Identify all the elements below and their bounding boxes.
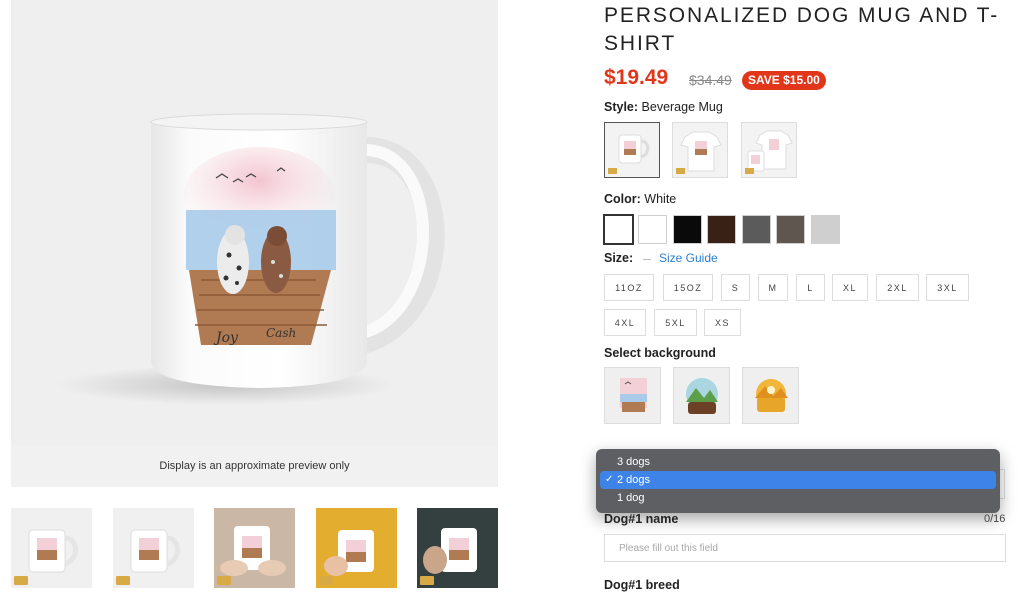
thumbnail-badge xyxy=(420,576,434,585)
background-label: Select background xyxy=(604,346,716,360)
thumbnail-strip xyxy=(11,508,498,588)
thumbnail-badge xyxy=(14,576,28,585)
save-badge: SAVE $15.00 xyxy=(742,71,826,90)
size-option-15oz[interactable]: 15OZ xyxy=(663,274,713,301)
style-label: Style: Beverage Mug xyxy=(604,100,723,114)
thumbnail-badge xyxy=(116,576,130,585)
style-badge xyxy=(745,168,754,174)
dog1-name-char-count: 0/16 xyxy=(984,513,1006,525)
main-product-image[interactable]: Joy Cash xyxy=(11,0,498,445)
color-label-key: Color: xyxy=(604,192,641,206)
color-swatch-light-gray[interactable] xyxy=(811,215,840,244)
size-option-3xl[interactable]: 3XL xyxy=(926,274,969,301)
size-label: Size: xyxy=(604,251,633,265)
style-option-t-shirt[interactable] xyxy=(672,122,728,178)
dropdown-option-3-dogs[interactable]: 3 dogs xyxy=(600,453,996,471)
number-of-dogs-dropdown[interactable]: 3 dogs ✓ 2 dogs 1 dog xyxy=(596,449,1000,513)
dropdown-option-1-dog[interactable]: 1 dog xyxy=(600,489,996,507)
size-option-m[interactable]: M xyxy=(758,274,788,301)
thumbnail-badge xyxy=(217,576,231,585)
mug-illustration: Joy Cash xyxy=(56,113,445,405)
thumbnail-2[interactable] xyxy=(113,508,194,588)
background-option-green-mountain[interactable] xyxy=(673,367,730,424)
color-swatch-dark-gray[interactable] xyxy=(742,215,771,244)
size-option-xl[interactable]: XL xyxy=(832,274,868,301)
dropdown-option-label: 2 dogs xyxy=(617,474,651,486)
thumbnail-4[interactable] xyxy=(316,508,397,588)
dog1-name-label: Dog#1 name xyxy=(604,512,679,526)
style-label-key: Style: xyxy=(604,100,639,114)
color-swatch-white[interactable] xyxy=(638,215,667,244)
style-option-mug[interactable] xyxy=(604,122,660,178)
style-selected-value: Beverage Mug xyxy=(641,100,723,114)
size-option-2xl[interactable]: 2XL xyxy=(876,274,919,301)
size-option-s[interactable]: S xyxy=(721,274,750,301)
compare-at-price: $34.49 xyxy=(689,72,732,88)
size-label-key: Size: xyxy=(604,251,634,265)
mug-name-1: Joy xyxy=(213,330,239,346)
style-badge xyxy=(608,168,617,174)
thumbnail-1[interactable] xyxy=(11,508,92,588)
size-option-l[interactable]: L xyxy=(796,274,825,301)
dropdown-option-2-dogs[interactable]: ✓ 2 dogs xyxy=(600,471,996,489)
size-option-xs[interactable]: XS xyxy=(704,309,741,336)
thumbnail-badge xyxy=(319,576,333,585)
product-title: PERSONALIZED DOG MUG AND T-SHIRT xyxy=(604,4,1000,55)
color-swatch-charcoal[interactable] xyxy=(776,215,805,244)
dropdown-option-label: 1 dog xyxy=(617,492,645,504)
size-option-11oz[interactable]: 11OZ xyxy=(604,274,654,301)
background-option-pink-dock[interactable] xyxy=(604,367,661,424)
mug-name-2: Cash xyxy=(266,326,296,340)
thumbnail-3[interactable] xyxy=(214,508,295,588)
product-price: $19.49 xyxy=(604,66,669,89)
preview-note: Display is an approximate preview only xyxy=(11,445,498,487)
color-label: Color: White xyxy=(604,192,676,206)
size-option-4xl[interactable]: 4XL xyxy=(604,309,646,336)
checkmark-icon: ✓ xyxy=(605,474,614,485)
style-option-mug-and-t-shirt[interactable] xyxy=(741,122,797,178)
dog1-name-input[interactable] xyxy=(604,534,1006,562)
dropdown-option-label: 3 dogs xyxy=(617,456,651,468)
size-guide-link[interactable]: Size Guide xyxy=(659,251,718,265)
background-label-text: Select background xyxy=(604,346,716,360)
thumbnail-5[interactable] xyxy=(417,508,498,588)
color-swatch-brown[interactable] xyxy=(707,215,736,244)
style-badge xyxy=(676,168,685,174)
color-swatch-black[interactable] xyxy=(673,215,702,244)
size-option-5xl[interactable]: 5XL xyxy=(654,309,697,336)
size-guide-divider xyxy=(643,259,651,260)
color-selected-value: White xyxy=(644,192,677,206)
dog1-breed-label: Dog#1 breed xyxy=(604,578,680,592)
background-option-yellow-sunset[interactable] xyxy=(742,367,799,424)
color-swatch-white-selected[interactable] xyxy=(603,214,634,245)
